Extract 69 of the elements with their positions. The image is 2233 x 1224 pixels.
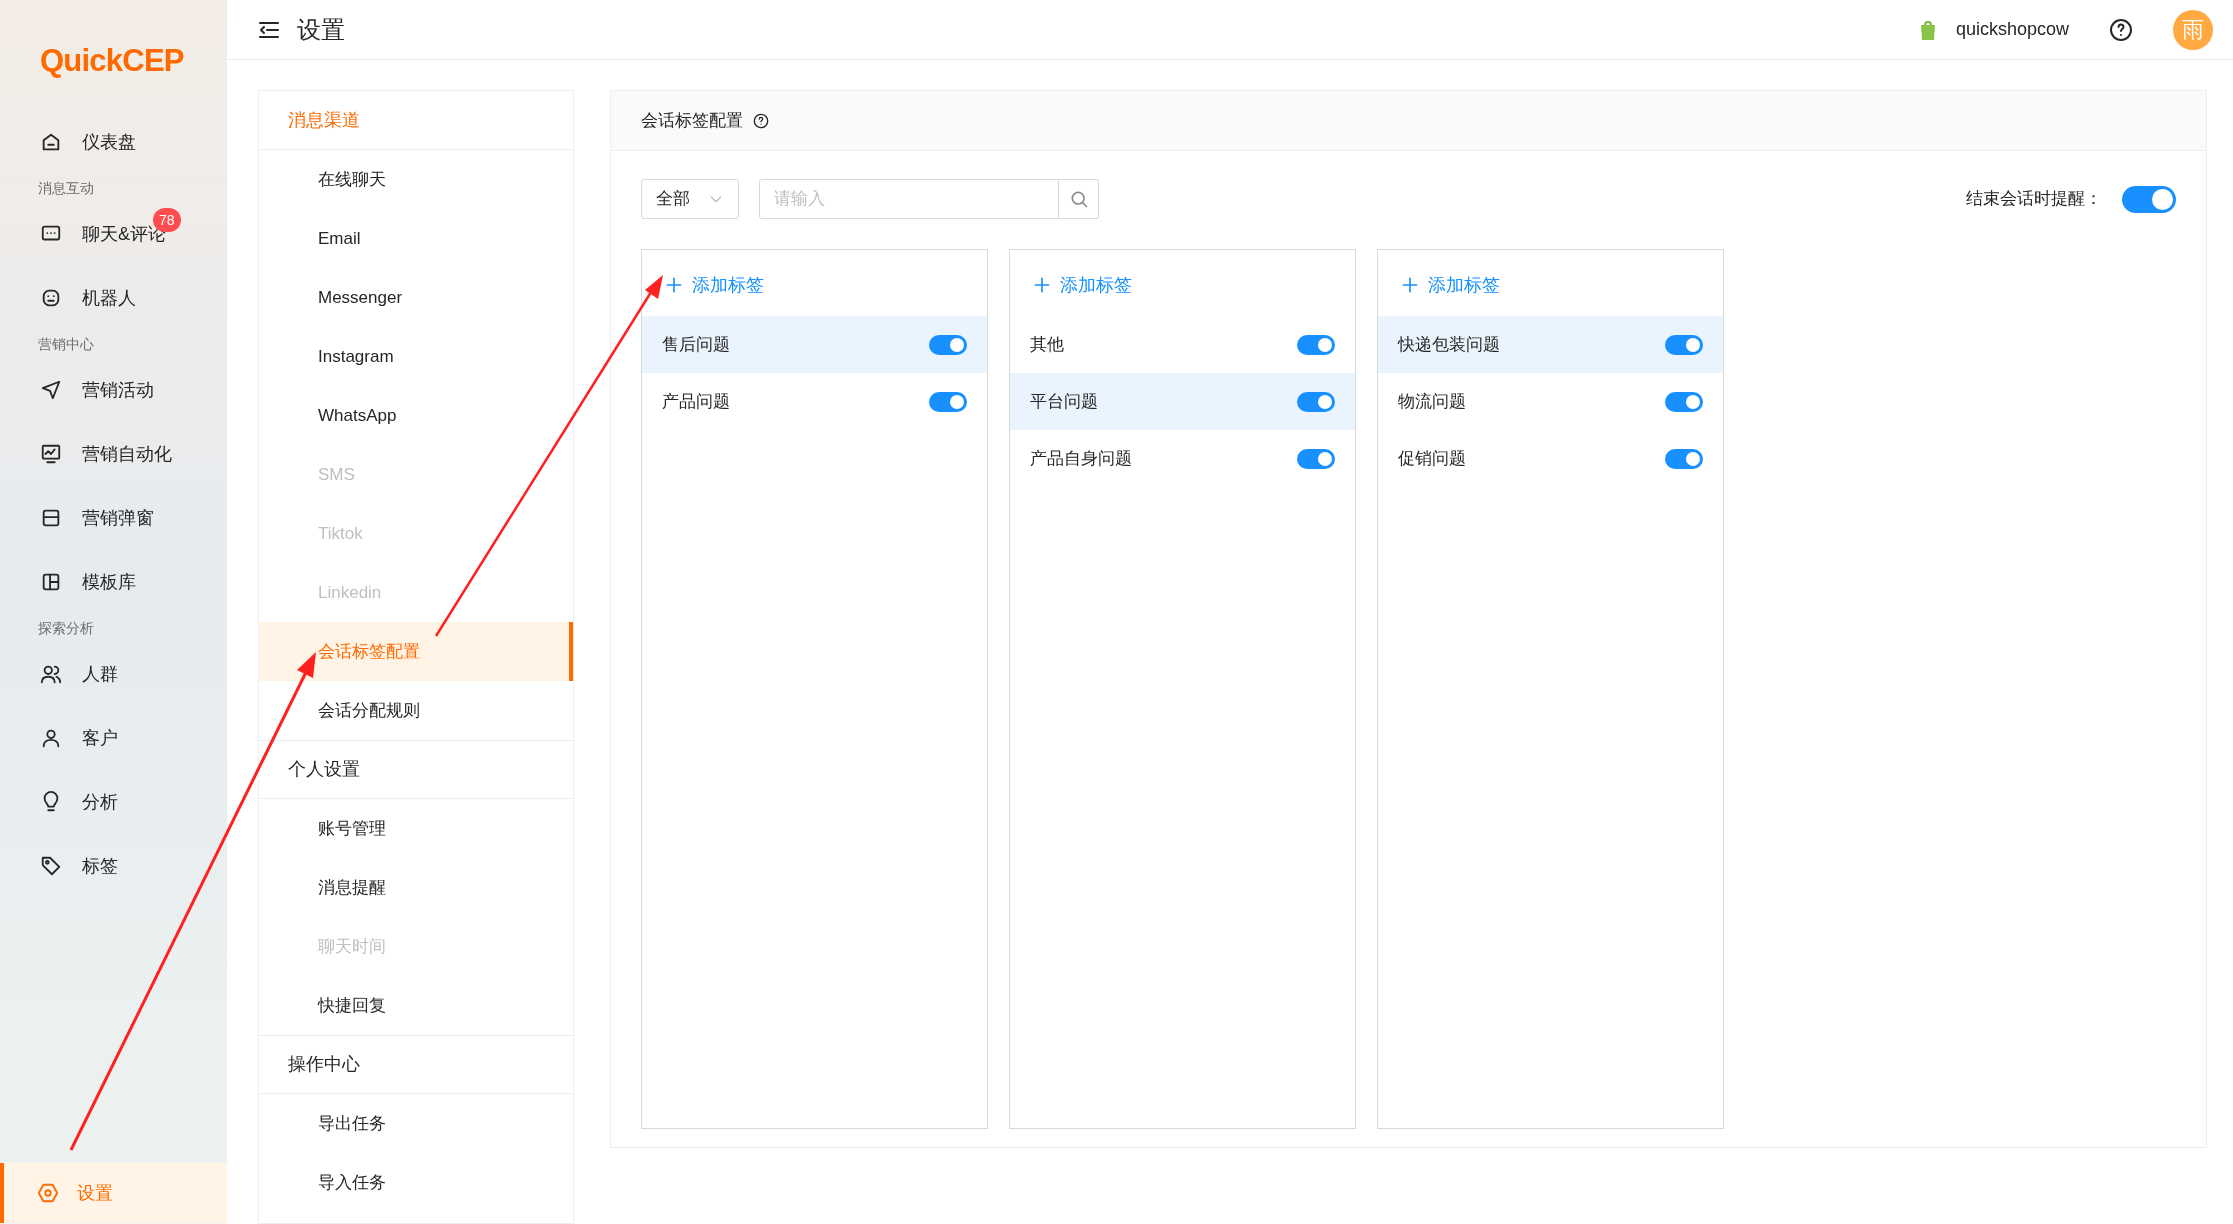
monitor-chart-icon xyxy=(40,443,62,465)
user-icon xyxy=(40,727,62,749)
tag-label: 平台问题 xyxy=(1030,390,1098,413)
settings-icon xyxy=(37,1182,59,1204)
toggle-switch[interactable] xyxy=(1665,448,1703,469)
nav-item[interactable]: 营销弹窗 xyxy=(0,486,227,550)
menu-item[interactable]: 导出任务 xyxy=(259,1094,573,1153)
reminder-label: 结束会话时提醒： xyxy=(1966,188,2102,211)
toggle-switch[interactable] xyxy=(1297,334,1335,355)
menu-item[interactable]: 在线聊天 xyxy=(259,150,573,209)
tag-row[interactable]: 平台问题 xyxy=(1010,373,1355,430)
tag-icon xyxy=(40,855,62,877)
shop-name[interactable]: quickshopcow xyxy=(1955,16,2069,43)
menu-group-title: 消息渠道 xyxy=(259,91,573,150)
toggle-switch[interactable] xyxy=(1665,334,1703,355)
help-icon[interactable] xyxy=(753,112,769,129)
users-icon xyxy=(40,663,62,685)
nav-item[interactable]: 营销自动化 xyxy=(0,422,227,486)
toggle-switch[interactable] xyxy=(929,334,967,355)
nav-item[interactable]: 客户 xyxy=(0,706,227,770)
logo: QuickCEP xyxy=(39,42,185,80)
tag-label: 产品自身问题 xyxy=(1030,447,1132,470)
menu-item[interactable]: 导入任务 xyxy=(259,1153,573,1212)
menu-group-title: 操作中心 xyxy=(259,1035,573,1094)
toggle-switch[interactable] xyxy=(1297,448,1335,469)
menu-item[interactable]: 会话分配规则 xyxy=(259,681,573,740)
window-icon xyxy=(40,507,62,529)
tag-label: 物流问题 xyxy=(1398,390,1466,413)
toggle-switch[interactable] xyxy=(1297,391,1335,412)
plus-icon xyxy=(1032,275,1052,295)
menu-group-title: 个人设置 xyxy=(259,740,573,799)
filter-dropdown[interactable]: 全部 xyxy=(641,179,739,219)
nav-item[interactable]: 分析 xyxy=(0,770,227,834)
nav-item[interactable]: 人群 xyxy=(0,642,227,706)
tag-label: 售后问题 xyxy=(662,333,730,356)
plus-icon xyxy=(1400,275,1420,295)
nav-item[interactable]: 营销活动 xyxy=(0,358,227,422)
nav-item[interactable]: 模板库 xyxy=(0,550,227,614)
home-icon xyxy=(40,131,62,153)
page-title: 设置 xyxy=(297,14,345,45)
help-icon[interactable] xyxy=(2109,17,2133,42)
nav-item[interactable]: 仪表盘 xyxy=(0,110,227,174)
section-label: 探索分析 xyxy=(37,618,95,638)
tag-row[interactable]: 快递包装问题 xyxy=(1378,316,1723,373)
menu-item[interactable]: 消息提醒 xyxy=(259,858,573,917)
search-field[interactable]: 请输入 xyxy=(759,179,1059,219)
section-label: 营销中心 xyxy=(37,334,95,354)
menu-item[interactable]: WhatsApp xyxy=(259,386,573,445)
robot-icon xyxy=(40,287,62,309)
toggle-switch[interactable] xyxy=(929,391,967,412)
tag-label: 产品问题 xyxy=(662,390,730,413)
nav-item[interactable]: 标签 xyxy=(0,834,227,898)
menu-item[interactable]: 账号管理 xyxy=(259,799,573,858)
nav-item[interactable]: 机器人 xyxy=(0,266,227,330)
toggle-switch[interactable] xyxy=(1665,391,1703,412)
panel-title: 会话标签配置 xyxy=(641,109,743,132)
toggle-switch[interactable] xyxy=(2122,185,2176,213)
send-arrow-icon xyxy=(40,379,62,401)
menu-item[interactable]: Instagram xyxy=(259,327,573,386)
menu-item[interactable]: Email xyxy=(259,209,573,268)
menu-item[interactable]: Messenger xyxy=(259,268,573,327)
tag-label: 快递包装问题 xyxy=(1398,333,1500,356)
tag-label: 促销问题 xyxy=(1398,447,1466,470)
layout-icon xyxy=(40,571,62,593)
tag-row[interactable]: 售后问题 xyxy=(642,316,987,373)
menu-item[interactable]: 快捷回复 xyxy=(259,976,573,1035)
plus-icon xyxy=(664,275,684,295)
section-label: 消息互动 xyxy=(37,178,95,198)
tag-label: 其他 xyxy=(1030,333,1064,356)
